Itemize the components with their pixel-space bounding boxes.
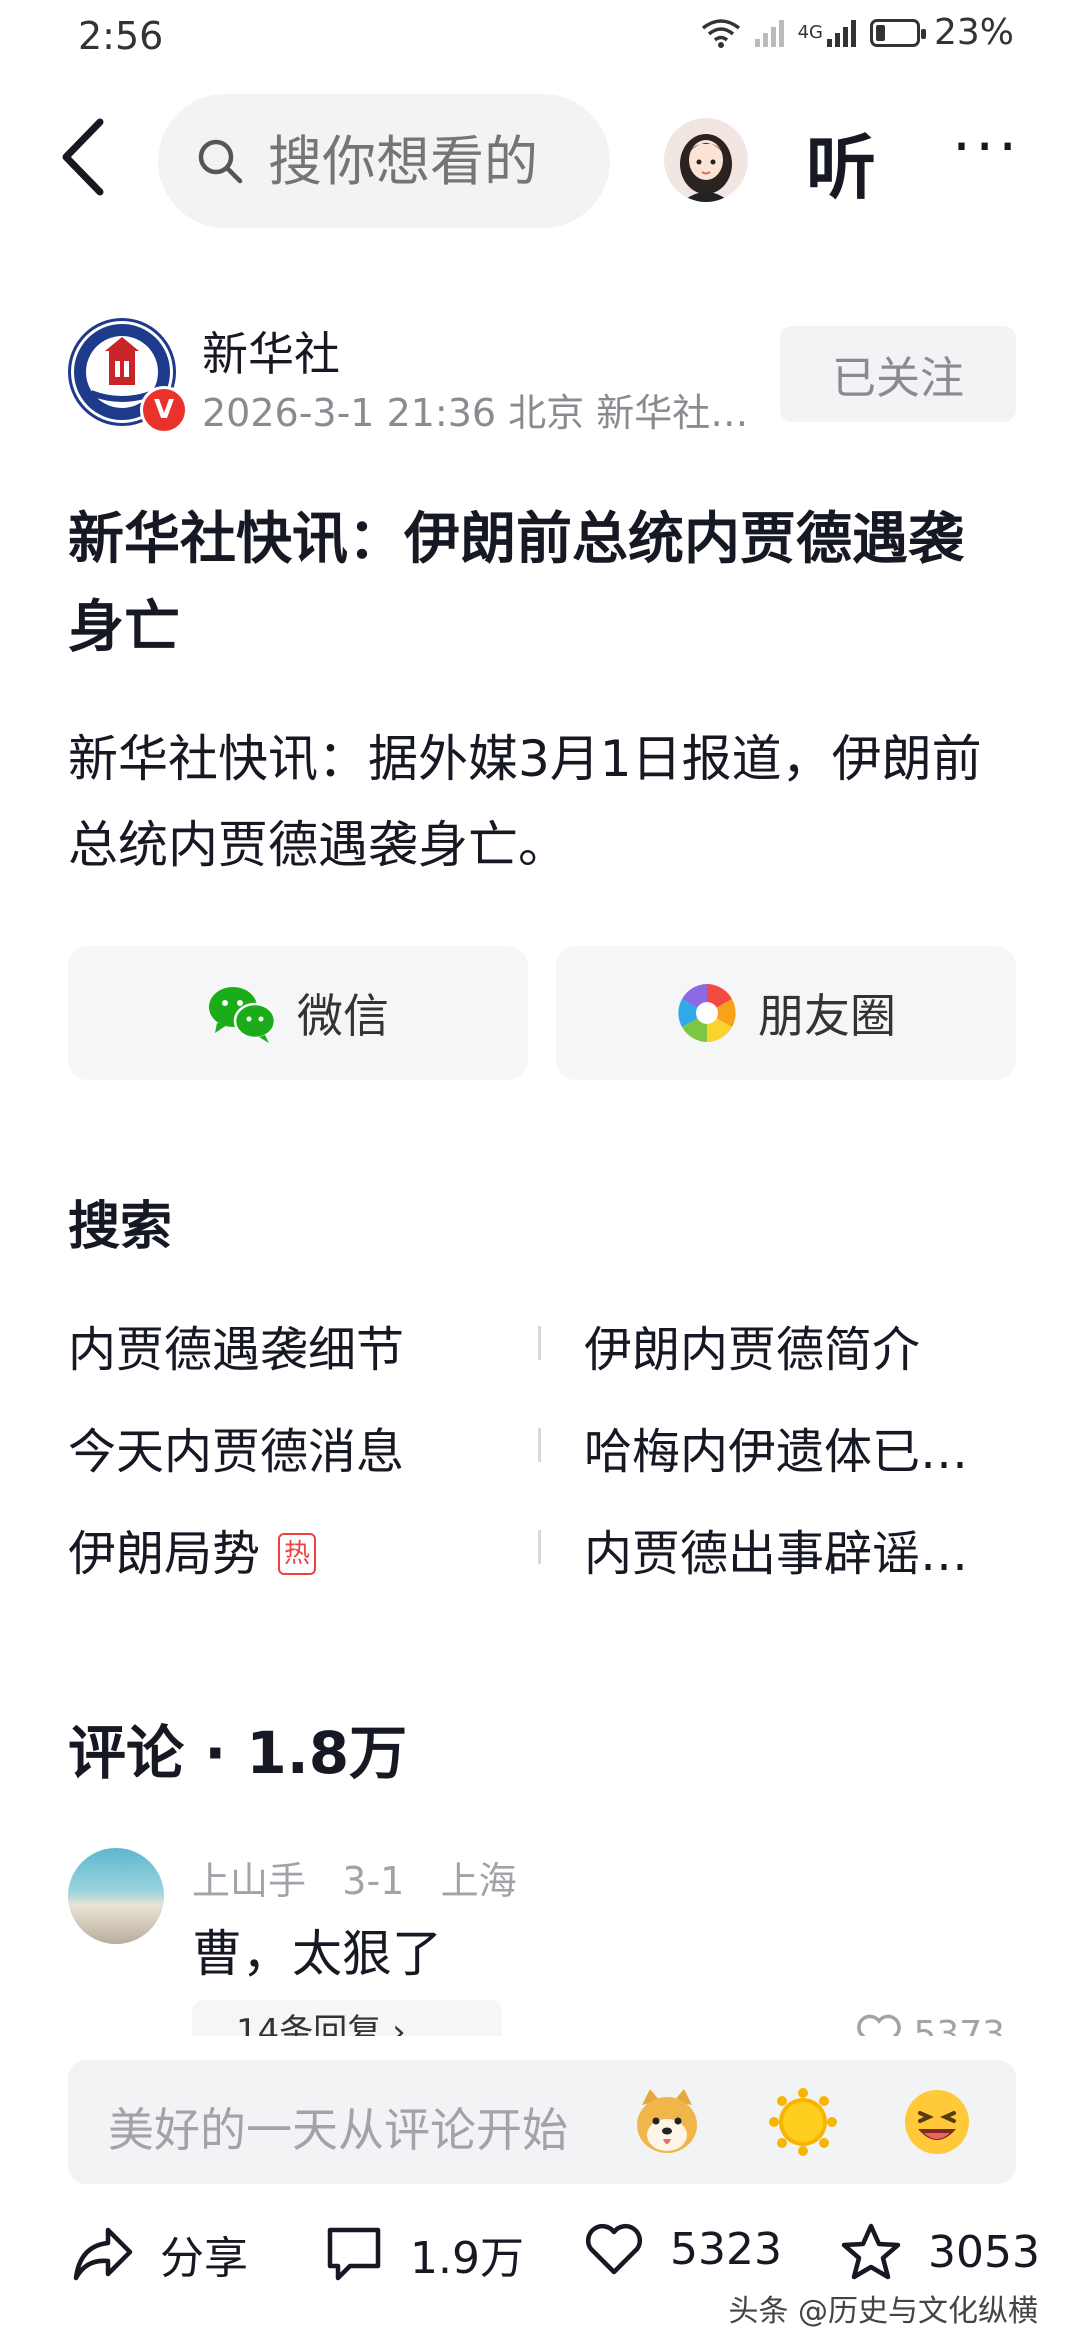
watermark: 头条 @历史与文化纵横 [728, 2294, 1038, 2329]
moments-icon [678, 984, 736, 1042]
suggestion-divider [538, 1530, 541, 1564]
hot-badge: 热 [278, 1533, 317, 1575]
laughing-emoji-icon[interactable] [902, 2087, 972, 2157]
verified-badge: V [140, 386, 188, 434]
like-action-button[interactable]: 5323 [584, 2222, 782, 2276]
heart-icon [585, 2224, 643, 2275]
battery-percent: 23% [933, 12, 1014, 53]
suggestion-divider [538, 1428, 541, 1462]
signal-weak-icon [754, 19, 784, 47]
favorite-action-count: 3053 [928, 2226, 1040, 2278]
favorite-action-button[interactable]: 3053 [840, 2222, 1040, 2282]
more-button[interactable]: ··· [952, 112, 1021, 182]
user-avatar[interactable] [664, 118, 748, 202]
share-action-label: 分享 [160, 2233, 248, 2284]
comment-like-button[interactable]: 5373 [856, 2010, 1036, 2036]
comment-text: 曹，太狠了 [192, 1925, 442, 1983]
comment-location: 上海 [440, 1859, 517, 1903]
comment-action-count: 1.9万 [410, 2233, 524, 2284]
search-suggestion-hot[interactable]: 伊朗局势热 [68, 1514, 518, 1584]
comment-like-count: 5373 [913, 2014, 1006, 2036]
network-type: 4G [797, 22, 823, 43]
view-replies-button[interactable]: 14条回复 › [192, 2000, 502, 2036]
comment-input-placeholder[interactable]: 美好的一天从评论开始 [108, 2094, 568, 2160]
comment-user[interactable]: 上山手 [192, 1859, 306, 1903]
author-name[interactable]: 新华社 [202, 318, 340, 384]
suggestion-divider [538, 1326, 541, 1360]
star-icon [841, 2223, 901, 2280]
search-suggestion[interactable]: 内贾德出事辟谣了吗 [584, 1514, 994, 1584]
like-action-count: 5323 [670, 2223, 782, 2275]
author-meta: 2026-3-1 21:36 北京 新华社官方账号 [202, 391, 750, 435]
comment-avatar[interactable] [68, 1848, 164, 1944]
sun-emoji-icon[interactable] [768, 2087, 838, 2157]
comment-action-button[interactable]: 1.9万 [324, 2222, 524, 2286]
share-arrow-icon [73, 2227, 133, 2281]
comment-meta: 上山手 3-1 上海 [192, 1850, 517, 1905]
search-suggestion[interactable]: 今天内贾德消息 [68, 1412, 518, 1482]
search-suggestion[interactable]: 哈梅内伊遗体已找到 [584, 1412, 994, 1482]
listen-button[interactable]: 听 [806, 112, 876, 213]
status-icons: 4G 23% [701, 12, 1014, 53]
comment-bubble-icon [327, 2227, 381, 2281]
follow-button[interactable]: 已关注 [780, 326, 1016, 422]
battery-icon [869, 18, 926, 47]
article-title: 新华社快讯：伊朗前总统内贾德遇袭身亡 [68, 507, 964, 660]
search-box[interactable] [158, 94, 610, 228]
avatar-girl-icon [680, 134, 732, 202]
share-action-button[interactable]: 分享 [72, 2222, 248, 2286]
comment-date: 3-1 [342, 1859, 405, 1903]
share-wechat-label: 微信 [297, 989, 389, 1043]
search-input[interactable] [266, 128, 570, 194]
chevron-left-icon [62, 118, 104, 196]
search-icon [198, 139, 243, 184]
search-suggestion[interactable]: 内贾德遇袭细节 [68, 1310, 518, 1380]
share-wechat-button[interactable]: 微信 [68, 946, 528, 1080]
search-section-heading: 搜索 [68, 1197, 173, 1257]
wifi-icon [701, 18, 740, 48]
article-body: 新华社快讯：据外媒3月1日报道，伊朗前总统内贾德遇袭身亡。 [68, 730, 982, 874]
doge-emoji-icon[interactable] [632, 2087, 702, 2157]
wechat-icon [209, 987, 277, 1043]
battery-fill [875, 24, 885, 41]
search-suggestion[interactable]: 伊朗内贾德简介 [584, 1310, 1004, 1380]
share-moments-button[interactable]: 朋友圈 [556, 946, 1016, 1080]
signal-icon [826, 19, 856, 47]
back-button[interactable] [54, 112, 114, 202]
comments-heading: 评论 · 1.8万 [68, 1719, 408, 1787]
status-time: 2:56 [78, 14, 164, 58]
share-moments-label: 朋友圈 [758, 989, 896, 1043]
heart-icon [857, 2014, 901, 2036]
search-suggestion-label: 伊朗局势 [68, 1526, 261, 1582]
